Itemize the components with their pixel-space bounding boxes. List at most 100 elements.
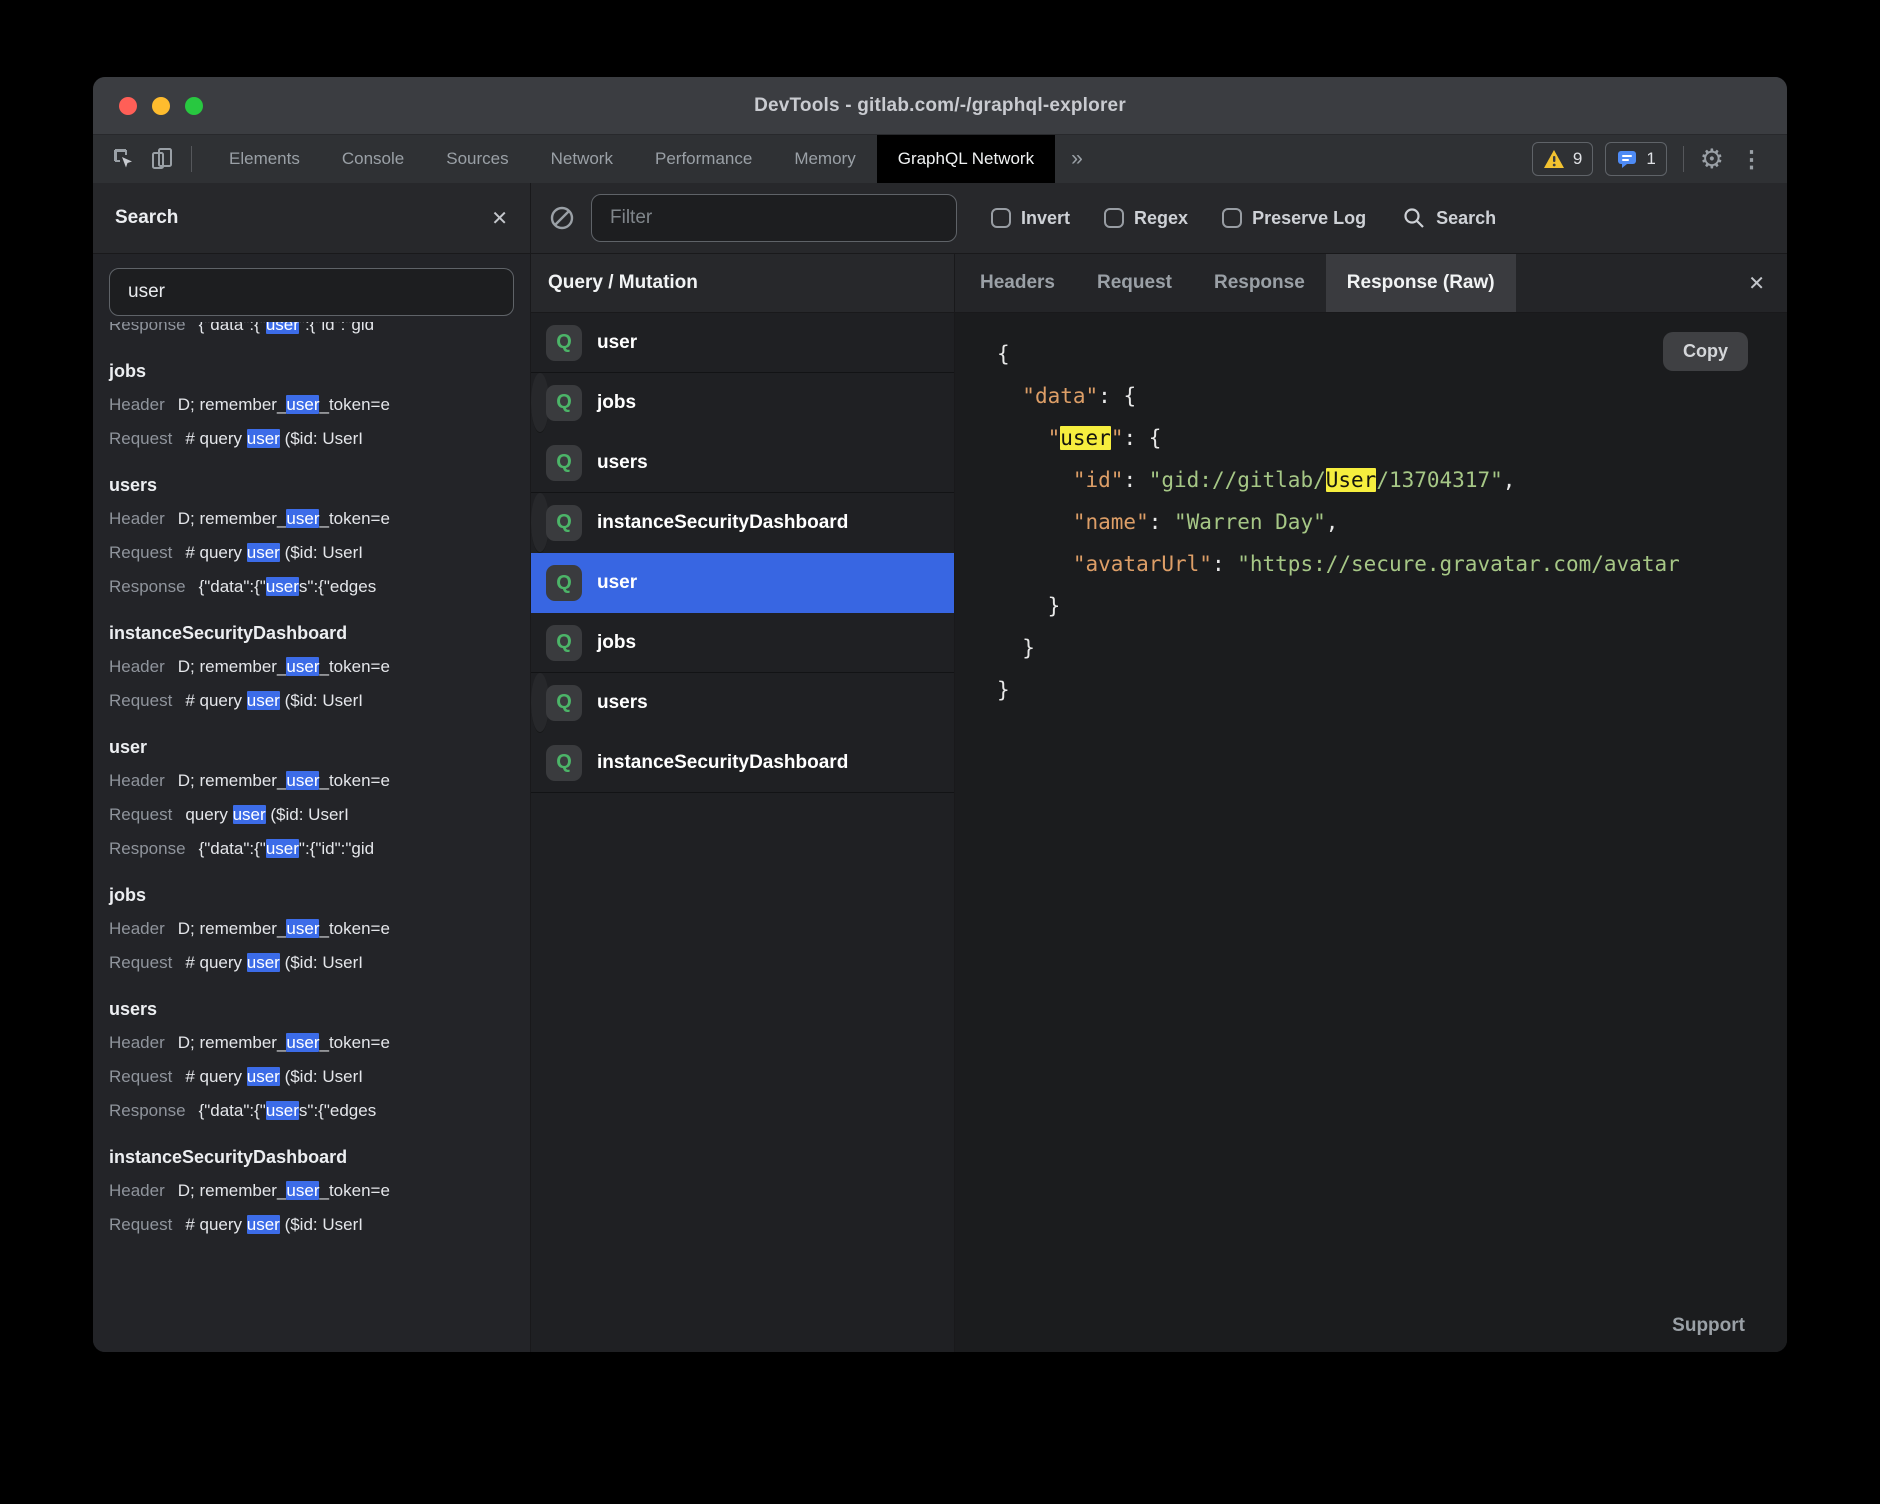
response-tab-headers[interactable]: Headers bbox=[959, 254, 1076, 312]
minimize-window-button[interactable] bbox=[152, 97, 170, 115]
preserve-log-checkbox[interactable] bbox=[1222, 208, 1242, 228]
window-title: DevTools - gitlab.com/-/graphql-explorer bbox=[754, 95, 1126, 117]
query-row-users[interactable]: Qusers bbox=[531, 673, 549, 733]
highlighted-match: user bbox=[266, 839, 299, 858]
search-input[interactable] bbox=[109, 268, 514, 316]
highlighted-match: user bbox=[286, 1181, 319, 1200]
search-result-group-title[interactable]: user bbox=[109, 730, 530, 764]
search-result-line[interactable]: Requestquery user ($id: UserI bbox=[109, 798, 530, 832]
tab-graphql-network[interactable]: GraphQL Network bbox=[877, 135, 1055, 183]
checkbox-group-regex[interactable]: Regex bbox=[1104, 208, 1188, 229]
result-line-label: Request bbox=[109, 1215, 172, 1234]
text-segment: } bbox=[997, 678, 1010, 702]
devtools-tabbar: ElementsConsoleSourcesNetworkPerformance… bbox=[93, 135, 1787, 183]
highlighted-match: user bbox=[1060, 426, 1111, 450]
search-result-line[interactable]: HeaderD; remember_user_token=e bbox=[109, 388, 530, 422]
highlighted-match: user bbox=[286, 657, 319, 676]
text-segment: "data" bbox=[1022, 384, 1098, 408]
search-result-line[interactable]: Response{"data":{"users":{"edges bbox=[109, 570, 530, 604]
search-result-line[interactable]: Request# query user ($id: UserI bbox=[109, 1208, 530, 1242]
tab-network[interactable]: Network bbox=[530, 135, 634, 183]
result-line-label: Response bbox=[109, 839, 186, 858]
query-row-jobs[interactable]: Qjobs bbox=[531, 613, 954, 673]
tab-elements[interactable]: Elements bbox=[208, 135, 321, 183]
result-line-label: Header bbox=[109, 771, 165, 790]
search-result-group-title[interactable]: jobs bbox=[109, 354, 530, 388]
text-segment: ($id: UserI bbox=[280, 429, 363, 448]
issues-badge[interactable]: 1 bbox=[1605, 142, 1666, 176]
text-segment: D; remember_ bbox=[178, 1181, 287, 1200]
search-toggle[interactable]: Search bbox=[1402, 206, 1496, 230]
query-row-jobs[interactable]: Qjobs bbox=[531, 373, 549, 433]
query-row-user[interactable]: Quser bbox=[531, 313, 954, 373]
kebab-menu-icon[interactable]: ⋮ bbox=[1736, 148, 1767, 171]
text-segment: : bbox=[1123, 468, 1148, 492]
zoom-window-button[interactable] bbox=[185, 97, 203, 115]
highlighted-match: user bbox=[286, 919, 319, 938]
text-segment bbox=[997, 510, 1073, 534]
search-result-line[interactable]: HeaderD; remember_user_token=e bbox=[109, 1174, 530, 1208]
search-toggle-label: Search bbox=[1436, 208, 1496, 229]
query-row-users[interactable]: Qusers bbox=[531, 433, 954, 493]
query-row-user-selected[interactable]: Quser bbox=[531, 553, 954, 613]
copy-button[interactable]: Copy bbox=[1663, 332, 1748, 371]
search-result-line[interactable]: Request# query user ($id: UserI bbox=[109, 684, 530, 718]
text-segment: : bbox=[1212, 552, 1237, 576]
support-link[interactable]: Support bbox=[1672, 1315, 1745, 1337]
query-row-instancesecuritydashboard[interactable]: QinstanceSecurityDashboard bbox=[531, 733, 954, 793]
tab-console[interactable]: Console bbox=[321, 135, 425, 183]
close-response-panel-icon[interactable]: ✕ bbox=[1748, 254, 1787, 312]
tab-sources[interactable]: Sources bbox=[425, 135, 529, 183]
tab-performance[interactable]: Performance bbox=[634, 135, 773, 183]
search-result-line[interactable]: Response{"data":{"user":{"id":"gid bbox=[109, 322, 530, 342]
more-tabs-chevron-icon[interactable]: » bbox=[1055, 135, 1099, 183]
search-result-group-title[interactable]: users bbox=[109, 992, 530, 1026]
search-result-line[interactable]: Response{"data":{"user":{"id":"gid bbox=[109, 832, 530, 866]
filter-input[interactable] bbox=[591, 194, 957, 242]
search-result-line[interactable]: HeaderD; remember_user_token=e bbox=[109, 650, 530, 684]
text-segment: "avatarUrl" bbox=[1073, 552, 1212, 576]
regex-checkbox[interactable] bbox=[1104, 208, 1124, 228]
search-result-group-title[interactable]: instanceSecurityDashboard bbox=[109, 1140, 530, 1174]
search-result-line[interactable]: Request# query user ($id: UserI bbox=[109, 1060, 530, 1094]
text-segment: } bbox=[997, 594, 1060, 618]
response-tab-request[interactable]: Request bbox=[1076, 254, 1193, 312]
response-tab-response-raw[interactable]: Response (Raw) bbox=[1326, 254, 1516, 312]
close-window-button[interactable] bbox=[119, 97, 137, 115]
response-tab-response[interactable]: Response bbox=[1193, 254, 1326, 312]
close-search-icon[interactable]: ✕ bbox=[491, 206, 508, 231]
search-result-line[interactable]: HeaderD; remember_user_token=e bbox=[109, 1026, 530, 1060]
search-result-line[interactable]: HeaderD; remember_user_token=e bbox=[109, 764, 530, 798]
query-row-instancesecuritydashboard[interactable]: QinstanceSecurityDashboard bbox=[531, 493, 549, 553]
search-result-line[interactable]: Request# query user ($id: UserI bbox=[109, 536, 530, 570]
search-result-line[interactable]: HeaderD; remember_user_token=e bbox=[109, 912, 530, 946]
search-panel: Search ✕ Response{"data":{"user":{"id":"… bbox=[93, 183, 531, 1352]
device-toolbar-icon[interactable] bbox=[147, 144, 177, 174]
inspect-element-icon[interactable] bbox=[109, 144, 139, 174]
settings-gear-icon[interactable]: ⚙ bbox=[1700, 146, 1724, 173]
search-result-line[interactable]: Response{"data":{"users":{"edges bbox=[109, 1094, 530, 1128]
search-result-line[interactable]: Request# query user ($id: UserI bbox=[109, 946, 530, 980]
search-result-group-title[interactable]: users bbox=[109, 468, 530, 502]
result-line-label: Request bbox=[109, 543, 172, 562]
checkbox-group-preserve-log[interactable]: Preserve Log bbox=[1222, 208, 1366, 229]
invert-checkbox[interactable] bbox=[991, 208, 1011, 228]
tab-memory[interactable]: Memory bbox=[773, 135, 876, 183]
text-segment: # query bbox=[185, 1067, 246, 1086]
devtools-window: DevTools - gitlab.com/-/graphql-explorer bbox=[93, 77, 1787, 1352]
search-result-line[interactable]: Request# query user ($id: UserI bbox=[109, 422, 530, 456]
search-result-group-title[interactable]: jobs bbox=[109, 878, 530, 912]
text-segment: # query bbox=[185, 691, 246, 710]
text-segment: query bbox=[185, 805, 232, 824]
highlighted-match: user bbox=[247, 543, 280, 562]
query-row-label: user bbox=[597, 332, 637, 354]
text-segment: ($id: UserI bbox=[280, 543, 363, 562]
checkbox-group-invert[interactable]: Invert bbox=[991, 208, 1070, 229]
search-result-group-title[interactable]: instanceSecurityDashboard bbox=[109, 616, 530, 650]
text-segment: : bbox=[1149, 510, 1174, 534]
clear-icon[interactable] bbox=[547, 203, 577, 233]
warnings-badge[interactable]: 9 bbox=[1532, 142, 1593, 176]
text-segment: ($id: UserI bbox=[280, 691, 363, 710]
search-result-line[interactable]: HeaderD; remember_user_token=e bbox=[109, 502, 530, 536]
query-row-label: instanceSecurityDashboard bbox=[597, 752, 848, 774]
